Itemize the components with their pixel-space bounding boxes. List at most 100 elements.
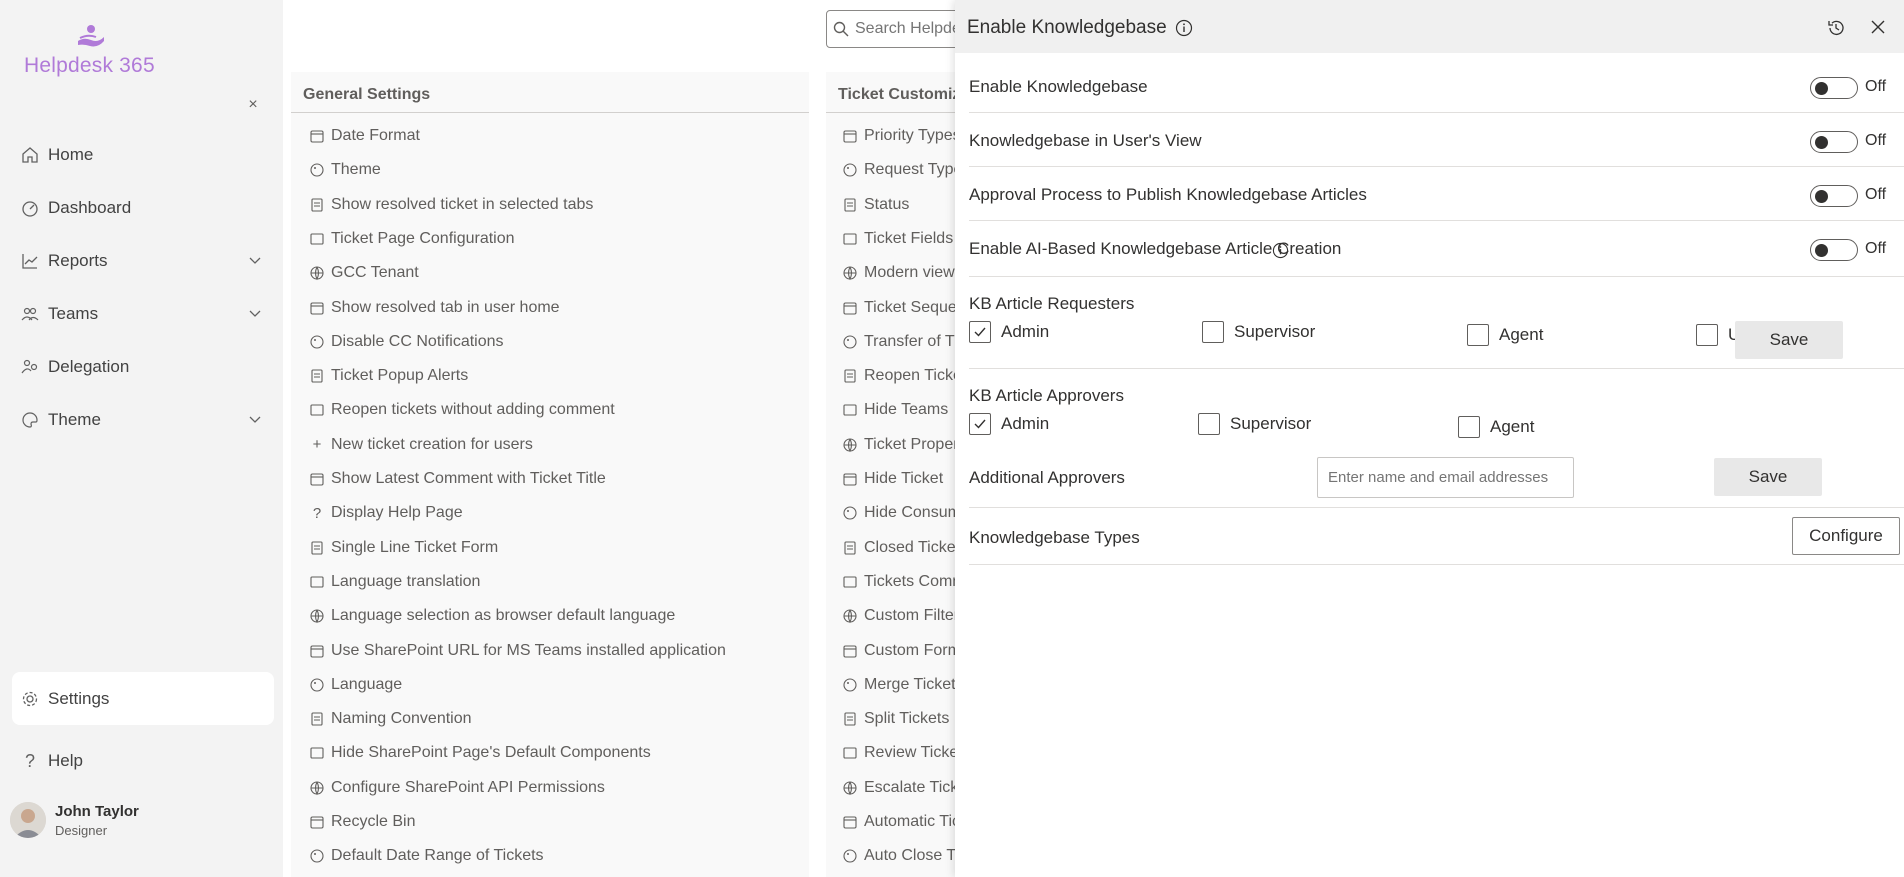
settings-item[interactable]: + New ticket creation for users [309, 433, 533, 457]
settings-item[interactable]: Reopen tickets without adding comment [309, 398, 615, 422]
settings-item[interactable]: Disable CC Notifications [309, 330, 504, 354]
configure-button[interactable]: Configure [1792, 517, 1900, 555]
sidebar-item-dashboard[interactable]: Dashboard [12, 186, 274, 230]
drawer-header: Enable Knowledgebase [955, 0, 1904, 53]
settings-item[interactable]: Custom Forms [842, 639, 969, 663]
settings-item[interactable]: Modern view [842, 261, 955, 285]
settings-item-icon [842, 574, 858, 590]
checkbox-label: Admin [1001, 414, 1050, 433]
requesters-save-button[interactable]: Save [1735, 321, 1843, 359]
delegation-icon [20, 357, 40, 377]
toggle-knob [1815, 189, 1828, 203]
search-box[interactable] [826, 10, 976, 48]
history-icon[interactable] [1826, 18, 1846, 38]
close-icon[interactable] [1869, 18, 1887, 36]
settings-item[interactable]: Priority Types [842, 124, 961, 148]
info-icon[interactable] [1175, 19, 1193, 37]
approver-agent-checkbox[interactable]: Agent [1458, 416, 1534, 438]
settings-item[interactable]: Language [309, 673, 402, 697]
settings-item[interactable]: Use SharePoint URL for MS Teams installe… [309, 639, 726, 663]
sidebar-item-reports[interactable]: Reports [12, 239, 274, 283]
approval-process-toggle[interactable] [1810, 185, 1858, 207]
gear-icon [20, 689, 40, 709]
sidebar: Helpdesk 365 × Home Dashboard Reports Te… [0, 0, 283, 877]
settings-item-icon [842, 231, 858, 247]
settings-item[interactable]: Review Tickets [842, 741, 971, 765]
reports-icon [20, 251, 40, 271]
settings-item[interactable]: Custom Filters [842, 604, 967, 628]
settings-item[interactable]: Theme [309, 158, 381, 182]
checkbox-box [969, 413, 991, 435]
settings-item[interactable]: Status [842, 193, 909, 217]
settings-item-icon [842, 643, 858, 659]
settings-item[interactable]: Show resolved ticket in selected tabs [309, 193, 593, 217]
settings-item[interactable]: Hide SharePoint Page's Default Component… [309, 741, 651, 765]
toggle-knob [1815, 135, 1828, 149]
settings-item[interactable]: Show Latest Comment with Ticket Title [309, 467, 606, 491]
user-profile[interactable]: John Taylor Designer [10, 802, 139, 838]
sidebar-item-label: Dashboard [48, 198, 132, 217]
requester-admin-checkbox[interactable]: Admin [969, 321, 1049, 343]
sidebar-item-help[interactable]: ? Help [12, 739, 274, 783]
settings-item[interactable]: Show resolved tab in user home [309, 296, 560, 320]
settings-item-icon [842, 265, 858, 281]
settings-item-label: Status [864, 195, 910, 213]
settings-item[interactable]: Request Types [842, 158, 970, 182]
sidebar-item-theme[interactable]: Theme [12, 398, 274, 442]
knowledgebase-drawer: Enable Knowledgebase Enable Knowledgebas… [955, 0, 1904, 877]
settings-item[interactable]: Closed Tickets [842, 536, 968, 560]
collapse-sidebar-button[interactable]: × [244, 96, 262, 114]
settings-item-label: Ticket Popup Alerts [331, 367, 469, 385]
settings-item-label: GCC Tenant [331, 264, 419, 282]
settings-item[interactable]: Single Line Ticket Form [309, 536, 498, 560]
settings-item-label: Show Latest Comment with Ticket Title [331, 470, 606, 487]
settings-item[interactable]: Merge Tickets [842, 673, 964, 697]
ai-creation-toggle[interactable] [1810, 239, 1858, 261]
user-view-toggle[interactable] [1810, 131, 1858, 153]
toggle-row-enable-kb: Enable Knowledgebase Off [969, 59, 1904, 113]
requester-supervisor-checkbox[interactable]: Supervisor [1202, 321, 1315, 343]
approvers-label: KB Article Approvers [969, 386, 1124, 405]
requester-agent-checkbox[interactable]: Agent [1467, 324, 1543, 346]
settings-item[interactable]: Ticket Fields [842, 227, 953, 251]
panel-title: General Settings [303, 86, 431, 103]
settings-item[interactable]: ? Display Help Page [309, 501, 463, 525]
toggle-row-ai-creation: Enable AI-Based Knowledgebase Article Cr… [969, 221, 1904, 277]
settings-item[interactable]: Configure SharePoint API Permissions [309, 776, 605, 800]
approvers-save-button[interactable]: Save [1714, 458, 1822, 496]
settings-item[interactable]: Split Tickets [842, 707, 949, 731]
settings-item-label: Ticket Fields [864, 229, 954, 247]
approver-admin-checkbox[interactable]: Admin [969, 413, 1049, 435]
settings-item-label: Disable CC Notifications [331, 332, 504, 350]
additional-approvers-input[interactable] [1317, 457, 1574, 498]
sidebar-item-label: Settings [48, 688, 110, 708]
settings-item-label: New ticket creation for users [331, 435, 533, 453]
settings-item[interactable]: Ticket Popup Alerts [309, 364, 468, 388]
approver-supervisor-checkbox[interactable]: Supervisor [1198, 413, 1311, 435]
settings-item[interactable]: Recycle Bin [309, 810, 415, 834]
settings-item[interactable]: Language translation [309, 570, 480, 594]
bell-icon [309, 368, 325, 384]
checkmark-icon [974, 327, 986, 337]
enable-kb-toggle[interactable] [1810, 77, 1858, 99]
settings-item[interactable]: Naming Convention [309, 707, 472, 731]
settings-item[interactable]: Date Format [309, 124, 420, 148]
sidebar-item-home[interactable]: Home [12, 133, 274, 177]
info-icon[interactable] [1272, 242, 1289, 259]
sidebar-item-label: Help [48, 751, 83, 770]
settings-item[interactable]: Hide Ticket [842, 467, 943, 491]
toggle-label: Approval Process to Publish Knowledgebas… [969, 185, 1367, 204]
settings-item[interactable]: GCC Tenant [309, 261, 419, 285]
checkbox-label: Admin [1001, 322, 1050, 341]
settings-item[interactable]: Hide Teams [842, 398, 948, 422]
settings-item[interactable]: Ticket Page Configuration [309, 227, 515, 251]
sidebar-item-teams[interactable]: Teams [12, 292, 274, 336]
checkbox-box [1198, 413, 1220, 435]
settings-item-label: Custom Filters [864, 607, 968, 625]
sidebar-item-delegation[interactable]: Delegation [12, 345, 274, 389]
settings-item[interactable]: Default Date Range of Tickets [309, 844, 544, 868]
sidebar-item-label: Theme [48, 410, 101, 429]
settings-item[interactable]: Language selection as browser default la… [309, 604, 675, 628]
sidebar-item-settings[interactable]: Settings [12, 672, 274, 725]
chevron-down-icon [249, 310, 261, 317]
